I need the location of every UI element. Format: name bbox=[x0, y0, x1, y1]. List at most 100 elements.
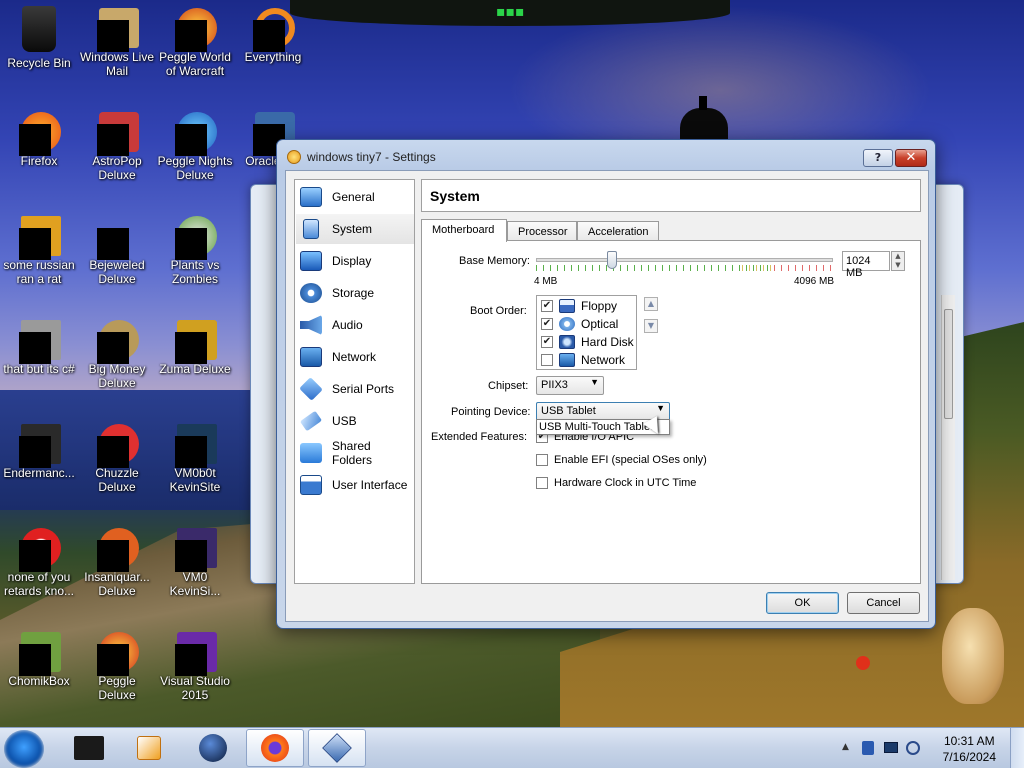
volume-icon[interactable] bbox=[906, 741, 920, 755]
taskbar-app-1[interactable] bbox=[60, 729, 118, 767]
boot-item-hard-disk[interactable]: ✔ Hard Disk bbox=[541, 333, 634, 351]
desktop-icon-that-but-csharp[interactable]: that but its c# bbox=[0, 318, 78, 376]
sidebar-item-label: Network bbox=[332, 350, 377, 364]
settings-sidebar: General System Display Storage Audio Net… bbox=[294, 179, 415, 584]
desktop-icon-label: Zuma Deluxe bbox=[159, 362, 231, 376]
network-icon bbox=[300, 347, 322, 367]
desktop-icon-visual-studio[interactable]: Visual Studio 2015 bbox=[156, 630, 234, 702]
desktop-icon-everything[interactable]: Everything bbox=[234, 6, 312, 64]
desktop-icon-none-of-you[interactable]: none of you retards kno... bbox=[0, 526, 78, 598]
base-memory-slider-track[interactable] bbox=[536, 258, 833, 262]
desktop-icon-peggle-deluxe[interactable]: Peggle Deluxe bbox=[78, 630, 156, 702]
tab-processor[interactable]: Processor bbox=[507, 221, 577, 241]
sidebar-item-storage[interactable]: Storage bbox=[296, 278, 414, 308]
dialog-title: windows tiny7 - Settings bbox=[307, 150, 436, 164]
sidebar-item-serial-ports[interactable]: Serial Ports bbox=[296, 374, 414, 404]
desktop-icon-label: Peggle World of Warcraft bbox=[159, 50, 231, 78]
desktop-icon-chomikbox[interactable]: ChomikBox bbox=[0, 630, 78, 688]
desktop-icon-firefox[interactable]: Firefox bbox=[0, 110, 78, 168]
sidebar-item-general[interactable]: General bbox=[296, 182, 414, 212]
boot-floppy-checkbox[interactable]: ✔ bbox=[541, 300, 553, 312]
recycle-bin-icon bbox=[22, 6, 56, 52]
boot-item-network[interactable]: Network bbox=[541, 351, 625, 369]
sidebar-item-system[interactable]: System bbox=[296, 214, 414, 244]
enable-efi-row[interactable]: Enable EFI (special OSes only) bbox=[536, 454, 707, 466]
insaniquarium-icon bbox=[97, 526, 139, 572]
slider-ticks-warn bbox=[742, 265, 774, 271]
boot-network-checkbox[interactable] bbox=[541, 354, 553, 366]
everything-icon bbox=[253, 6, 295, 52]
sidebar-item-display[interactable]: Display bbox=[296, 246, 414, 276]
desktop-icon-endermanch[interactable]: Endermanc... bbox=[0, 422, 78, 480]
taskbar-media-player[interactable] bbox=[120, 729, 178, 767]
desktop-icon-label: Recycle Bin bbox=[7, 56, 71, 70]
boot-move-up-button[interactable]: ▲ bbox=[644, 297, 658, 311]
enable-efi-checkbox[interactable] bbox=[536, 454, 548, 466]
optical-disc-icon bbox=[559, 317, 575, 331]
pvz-icon bbox=[175, 214, 217, 260]
extended-features-label: Extended Features: bbox=[431, 431, 528, 443]
desktop-icon-recycle-bin[interactable]: Recycle Bin bbox=[0, 6, 78, 70]
sidebar-item-audio[interactable]: Audio bbox=[296, 310, 414, 340]
network-tray-icon[interactable] bbox=[884, 742, 898, 753]
desktop-icon-label: Big Money Deluxe bbox=[88, 362, 146, 390]
desktop-icon-russian-rat[interactable]: some russian ran a rat bbox=[0, 214, 78, 286]
sidebar-item-label: Shared Folders bbox=[331, 439, 372, 467]
settings-dialog[interactable]: windows tiny7 - Settings ? ✕ General Sys… bbox=[276, 139, 936, 629]
taskbar-globe[interactable] bbox=[184, 729, 242, 767]
tab-acceleration[interactable]: Acceleration bbox=[577, 221, 659, 241]
taskbar-firefox[interactable] bbox=[246, 729, 304, 767]
desktop-icon-bejeweled[interactable]: Bejeweled Deluxe bbox=[78, 214, 156, 286]
start-button[interactable] bbox=[4, 730, 44, 768]
boot-item-optical[interactable]: ✔ Optical bbox=[541, 315, 618, 333]
boot-move-down-button[interactable]: ▼ bbox=[644, 319, 658, 333]
peggle-icon bbox=[97, 630, 139, 676]
taskbar-virtualbox[interactable] bbox=[308, 729, 366, 767]
desktop-icon-vm0-kevinsite[interactable]: VM0 KevinSi... bbox=[156, 526, 234, 598]
sidebar-item-user-interface[interactable]: User Interface bbox=[296, 470, 414, 500]
tray-app-icon[interactable] bbox=[862, 741, 874, 755]
desktop-icon-big-money[interactable]: Big Money Deluxe bbox=[78, 318, 156, 390]
sidebar-item-network[interactable]: Network bbox=[296, 342, 414, 372]
cancel-button[interactable]: Cancel bbox=[847, 592, 920, 614]
desktop-icon-zuma[interactable]: Zuma Deluxe bbox=[156, 318, 234, 376]
title-bar[interactable]: windows tiny7 - Settings ? ✕ bbox=[277, 140, 935, 172]
floppy-icon bbox=[559, 299, 575, 313]
desktop-icon-peggle-wow[interactable]: Peggle World of Warcraft bbox=[156, 6, 234, 78]
tab-motherboard[interactable]: Motherboard bbox=[421, 219, 507, 242]
hardware-clock-utc-row[interactable]: Hardware Clock in UTC Time bbox=[536, 477, 696, 489]
help-button[interactable]: ? bbox=[863, 149, 893, 167]
show-desktop-button[interactable] bbox=[1010, 728, 1024, 768]
desktop-icon-peggle-nights[interactable]: Peggle Nights Deluxe bbox=[156, 110, 234, 182]
show-hidden-icons-button[interactable]: ▲ bbox=[842, 742, 849, 752]
boot-item-floppy[interactable]: ✔ Floppy bbox=[541, 297, 617, 315]
usb-icon bbox=[299, 410, 323, 432]
desktop-icon-label: Peggle Deluxe bbox=[98, 674, 136, 702]
desktop-icon-insaniquarium[interactable]: Insaniquar... Deluxe bbox=[78, 526, 156, 598]
system-tray: ▲ 10:31 AM 7/16/2024 bbox=[834, 728, 1024, 768]
desktop-icon-label: Peggle Nights Deluxe bbox=[157, 154, 233, 182]
close-button[interactable]: ✕ bbox=[895, 149, 927, 167]
desktop-icon-plants-vs-zombies[interactable]: Plants vs Zombies bbox=[156, 214, 234, 286]
manager-scrollbar[interactable] bbox=[941, 295, 955, 580]
base-memory-spinner[interactable]: ▲ ▼ bbox=[891, 251, 905, 271]
chevron-down-icon: ▼ bbox=[590, 377, 599, 387]
boot-optical-checkbox[interactable]: ✔ bbox=[541, 318, 553, 330]
sidebar-item-usb[interactable]: USB bbox=[296, 406, 414, 436]
desktop-icon-astropop[interactable]: AstroPop Deluxe bbox=[78, 110, 156, 182]
sidebar-item-shared-folders[interactable]: Shared Folders bbox=[296, 438, 414, 468]
hardware-clock-utc-checkbox[interactable] bbox=[536, 477, 548, 489]
desktop-icon-vm0b0t[interactable]: VM0b0t KevinSite bbox=[156, 422, 234, 494]
hamster-mascot[interactable] bbox=[942, 608, 1004, 704]
desktop-icon-chuzzle[interactable]: Chuzzle Deluxe bbox=[78, 422, 156, 494]
chipset-select[interactable]: PIIX3 ▼ bbox=[536, 376, 604, 395]
clock[interactable]: 10:31 AM 7/16/2024 bbox=[943, 733, 996, 765]
boot-hard-disk-checkbox[interactable]: ✔ bbox=[541, 336, 553, 348]
desktop-icon-windows-live-mail[interactable]: Windows Live Mail bbox=[78, 6, 156, 78]
globe-icon bbox=[199, 734, 227, 762]
big-money-icon bbox=[97, 318, 139, 364]
base-memory-input[interactable]: 1024 MB bbox=[842, 251, 890, 279]
base-memory-slider-thumb[interactable] bbox=[607, 251, 617, 269]
audio-icon bbox=[300, 315, 322, 335]
ok-button[interactable]: OK bbox=[766, 592, 839, 614]
